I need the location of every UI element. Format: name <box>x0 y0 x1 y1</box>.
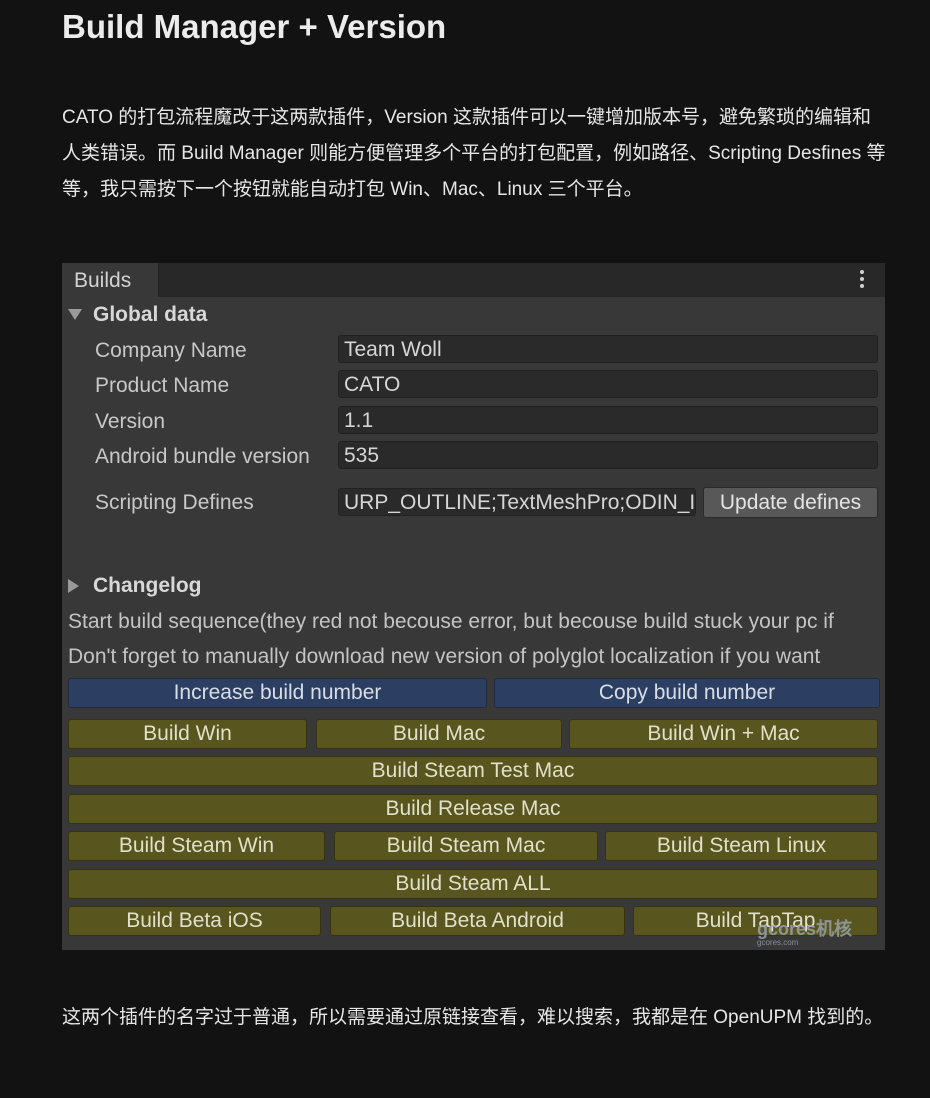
watermark-logo: gcores机核 <box>757 919 853 939</box>
build-beta-ios-button[interactable]: Build Beta iOS <box>68 906 321 936</box>
build-steam-linux-button[interactable]: Build Steam Linux <box>605 831 878 861</box>
build-mac-button[interactable]: Build Mac <box>316 719 562 749</box>
build-release-mac-button[interactable]: Build Release Mac <box>68 794 878 824</box>
scripting-defines-field[interactable]: URP_OUTLINE;TextMeshPro;ODIN_INSPECTOR <box>338 488 696 516</box>
build-sequence-info: Start build sequence(they red not becous… <box>68 610 834 633</box>
update-defines-button[interactable]: Update defines <box>703 487 878 518</box>
watermark: gcores机核 gcores.com <box>757 915 852 947</box>
tab-builds[interactable]: Builds <box>62 263 159 297</box>
article-title: Build Manager + Version <box>62 8 447 45</box>
android-bundle-version-field[interactable]: 535 <box>338 441 878 469</box>
changelog-header: Changelog <box>93 574 202 597</box>
version-label: Version <box>95 410 166 433</box>
localization-reminder: Don't forget to manually download new ve… <box>68 645 821 668</box>
build-steam-test-mac-button[interactable]: Build Steam Test Mac <box>68 756 878 786</box>
scripting-defines-label: Scripting Defines <box>95 491 254 514</box>
build-beta-android-button[interactable]: Build Beta Android <box>330 906 625 936</box>
increase-build-number-button[interactable]: Increase build number <box>68 678 487 708</box>
article-paragraph-1: CATO 的打包流程魔改于这两款插件，Version 这款插件可以一键增加版本号… <box>62 107 886 200</box>
version-field[interactable]: 1.1 <box>338 406 878 434</box>
build-steam-all-button[interactable]: Build Steam ALL <box>68 869 878 899</box>
copy-build-number-button[interactable]: Copy build number <box>494 678 880 708</box>
company-name-field[interactable]: Team Woll <box>338 335 878 363</box>
tab-label: Builds <box>74 269 132 292</box>
tab-bar: Builds <box>62 263 885 297</box>
kebab-menu-icon[interactable] <box>852 268 872 292</box>
foldout-collapsed-icon <box>68 579 79 593</box>
company-name-label: Company Name <box>95 339 247 362</box>
android-bundle-version-label: Android bundle version <box>95 445 310 468</box>
foldout-expanded-icon <box>68 309 82 320</box>
watermark-url: gcores.com <box>757 938 799 947</box>
build-win-mac-button[interactable]: Build Win + Mac <box>569 719 878 749</box>
build-win-button[interactable]: Build Win <box>68 719 307 749</box>
product-name-field[interactable]: CATO <box>338 370 878 398</box>
article-paragraph-2: 这两个插件的名字过于普通，所以需要通过原链接查看，难以搜索，我都是在 OpenU… <box>62 1007 884 1028</box>
product-name-label: Product Name <box>95 374 230 397</box>
build-steam-mac-button[interactable]: Build Steam Mac <box>334 831 598 861</box>
global-data-header: Global data <box>93 303 208 326</box>
build-steam-win-button[interactable]: Build Steam Win <box>68 831 325 861</box>
builds-window: Builds Global data Company Name Team Wol… <box>62 263 885 950</box>
